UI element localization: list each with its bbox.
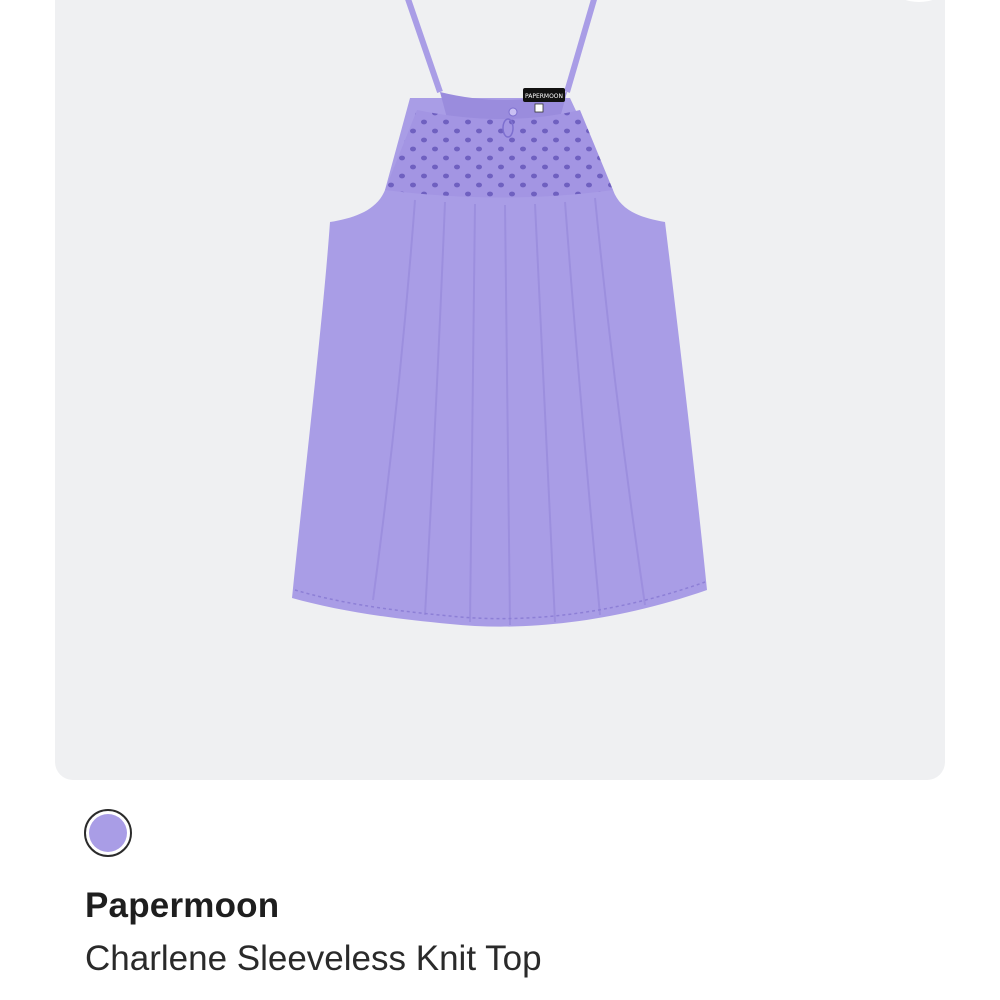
eyelet-yoke	[385, 110, 613, 198]
product-image-card[interactable]: PAPERMOON	[55, 0, 945, 780]
color-swatch-fill	[89, 814, 127, 852]
product-image: PAPERMOON	[292, 0, 707, 627]
product-tile[interactable]: PAPERMOON Papermoon Charlene Sleeveless …	[0, 0, 1000, 1000]
product-brand: Papermoon	[85, 886, 280, 925]
left-strap	[405, 0, 443, 93]
color-swatch-selected[interactable]	[84, 809, 132, 857]
product-name[interactable]: Charlene Sleeveless Knit Top	[85, 939, 542, 979]
right-strap	[564, 0, 597, 93]
svg-text:PAPERMOON: PAPERMOON	[525, 93, 563, 100]
